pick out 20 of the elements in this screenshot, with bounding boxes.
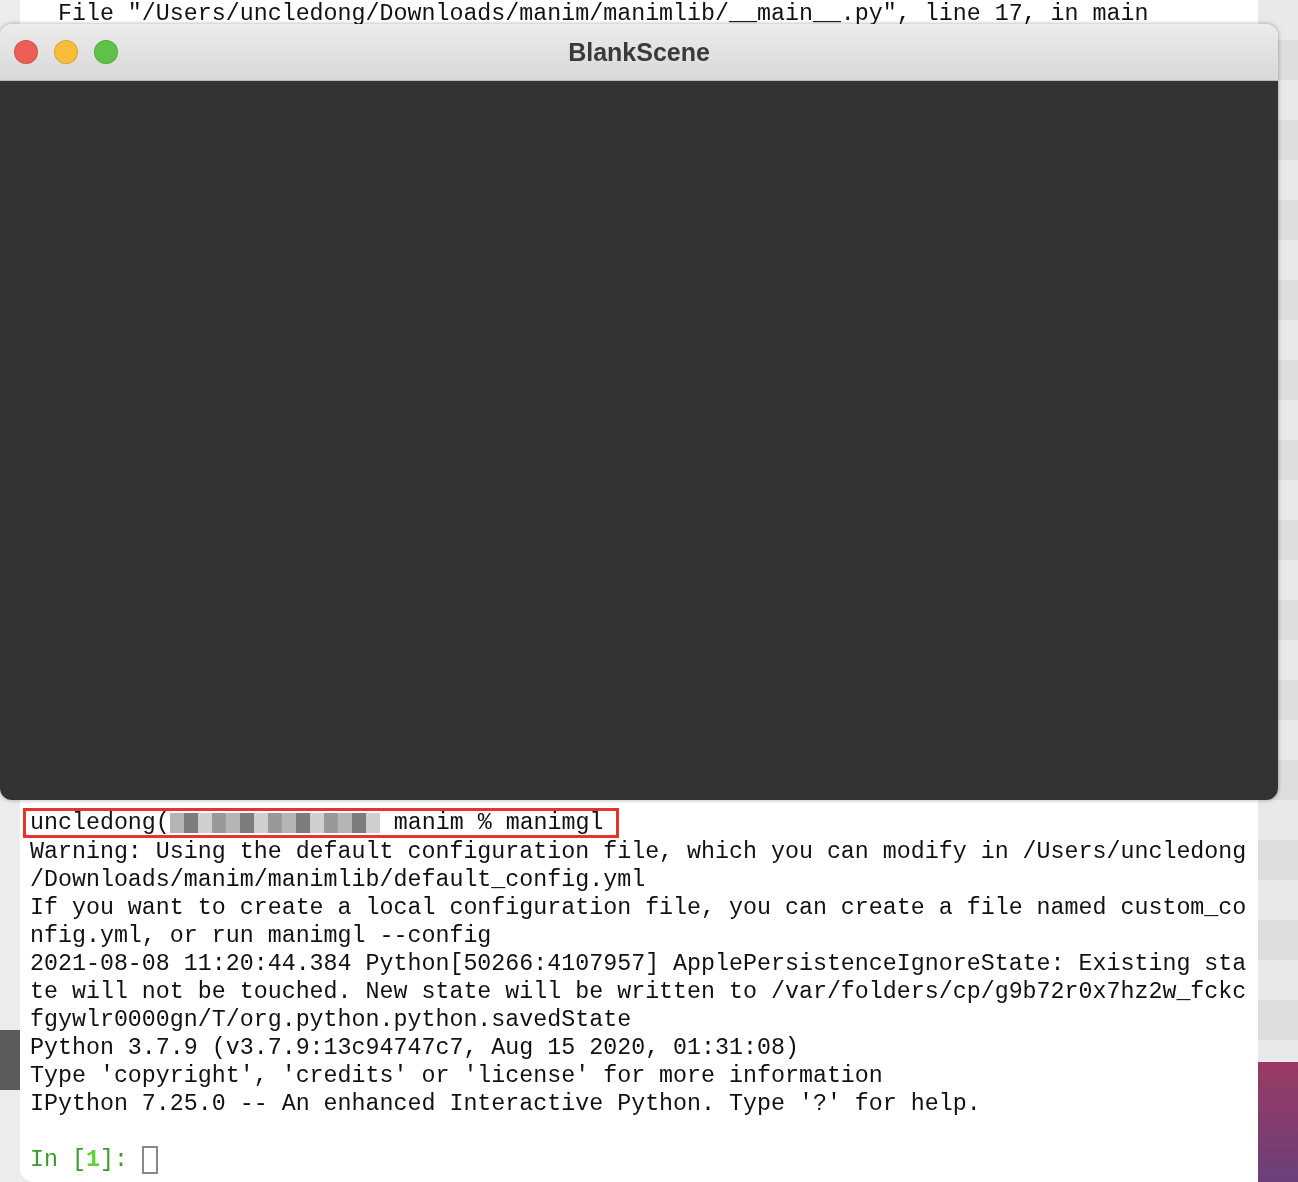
terminal-line: fgywlr0000gn/T/org.python.python.savedState xyxy=(30,1006,633,1034)
window-title: BlankScene xyxy=(568,37,710,67)
terminal-line: 2021-08-08 11:20:44.384 Python[50266:4107957] ApplePersistenceIgnoreState: Existing sta xyxy=(30,950,1248,978)
terminal-line: /Downloads/manim/manimlib/default_config.yml xyxy=(30,866,647,894)
terminal-line: te will not be touched. New state will be written to /var/folders/cp/g9b72r0x7hz2w_fckc xyxy=(30,978,1248,1006)
background-window xyxy=(0,1030,20,1090)
terminal-line: Python 3.7.9 (v3.7.9:13c94747c7, Aug 15 2020, 01:31:08) xyxy=(30,1034,800,1062)
minimize-button[interactable] xyxy=(54,40,78,64)
terminal-line: Warning: Using the default configuration file, which you can modify in /Users/uncledong xyxy=(30,838,1248,866)
text-cursor[interactable] xyxy=(141,1146,158,1174)
terminal-line: Type 'copyright', 'credits' or 'license' for more information xyxy=(30,1062,884,1090)
terminal-line: IPython 7.25.0 -- An enhanced Interactive Python. Type '?' for help. xyxy=(30,1090,982,1118)
terminal-line: nfig.yml, or run manimgl --config xyxy=(30,922,493,950)
close-button[interactable] xyxy=(14,40,38,64)
zoom-button[interactable] xyxy=(94,40,118,64)
input-prompt: In [1]: xyxy=(30,1146,128,1174)
terminal-line: File "/Users/uncledong/Downloads/manim/manimlib/__main__.py", line 17, in main xyxy=(56,0,1150,28)
prompt-command: manim % manimgl xyxy=(393,809,604,837)
terminal-line: If you want to create a local configuration file, you can create a file named custom_co xyxy=(30,894,1248,922)
prompt-user: uncledong( xyxy=(30,809,170,837)
